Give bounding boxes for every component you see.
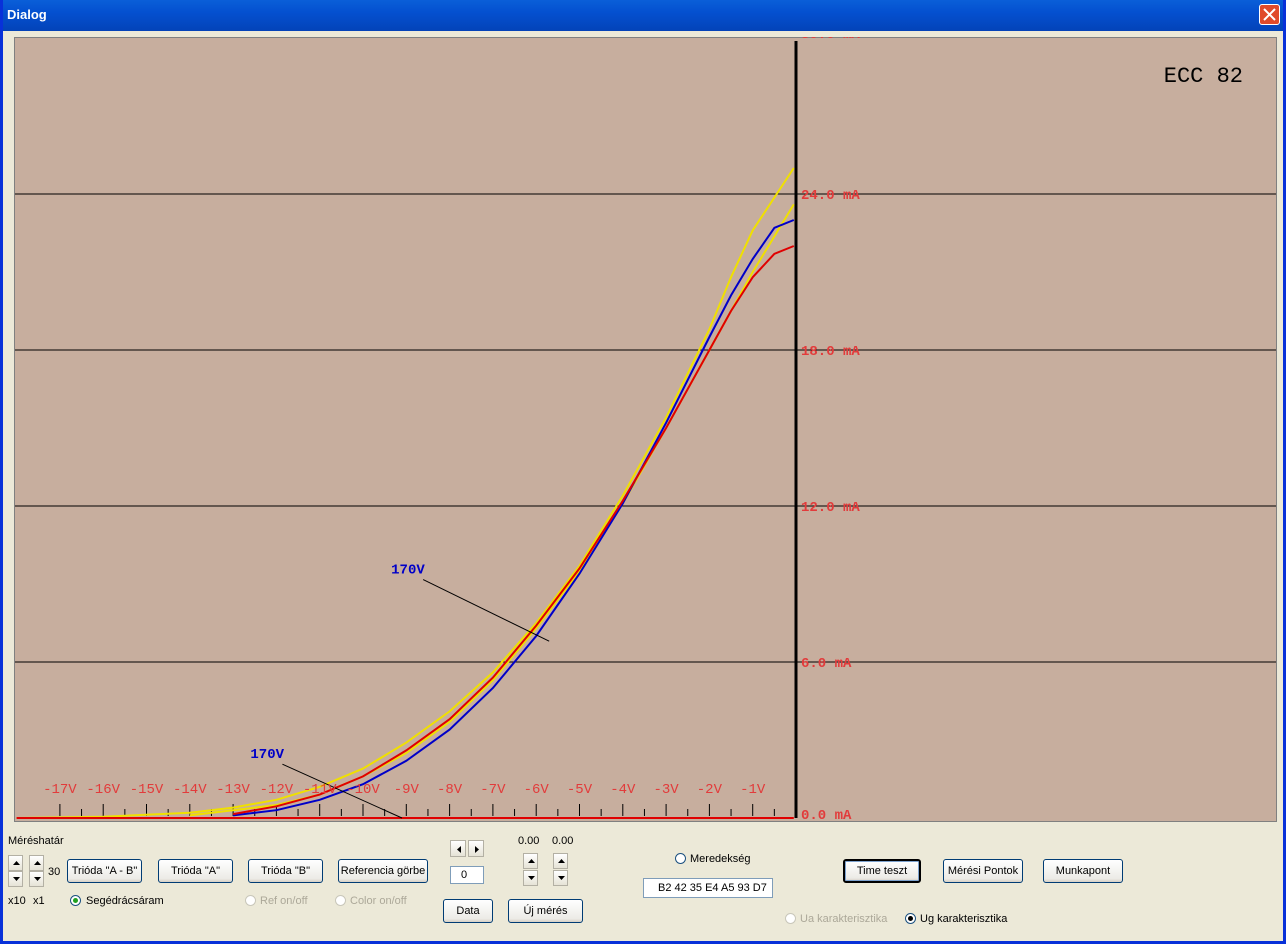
color-onoff-radio bbox=[335, 895, 346, 906]
aux-grid-radio[interactable] bbox=[70, 895, 81, 906]
hex-code-field[interactable]: B2 42 35 E4 A5 93 D7 bbox=[643, 878, 773, 898]
readout-right-up[interactable] bbox=[553, 853, 568, 869]
x1-up-spin[interactable] bbox=[29, 855, 44, 871]
arrow-up-icon bbox=[34, 861, 41, 865]
color-onoff-label: Color on/off bbox=[350, 895, 407, 907]
arrow-left-icon bbox=[457, 846, 461, 853]
x-tick-label: -15V bbox=[130, 782, 164, 798]
trioda-b-button[interactable]: Trióda "B" bbox=[248, 859, 323, 883]
slope-radio[interactable] bbox=[675, 853, 686, 864]
radio-dot bbox=[73, 898, 78, 903]
x10-label: x10 bbox=[8, 895, 26, 907]
y-tick-label: 24.0 mA bbox=[801, 188, 860, 204]
y-tick-label: 18.0 mA bbox=[801, 344, 860, 360]
close-icon bbox=[1263, 8, 1276, 21]
arrow-down-icon bbox=[528, 876, 535, 880]
x-tick-label: -6V bbox=[524, 782, 550, 798]
range-label: Méréshatár bbox=[8, 835, 64, 847]
readout-right: 0.00 bbox=[552, 835, 574, 847]
y-tick-label: 6.0 mA bbox=[801, 656, 852, 672]
aux-grid-label: Segédrácsáram bbox=[86, 895, 164, 907]
y-tick-label: 30.0 mA bbox=[801, 37, 860, 43]
time-test-button[interactable]: Time teszt bbox=[843, 859, 921, 883]
x-tick-label: -1V bbox=[740, 782, 766, 798]
x-tick-label: -17V bbox=[43, 782, 77, 798]
arrow-down-icon bbox=[13, 877, 20, 881]
x-tick-label: -12V bbox=[260, 782, 294, 798]
counter-input[interactable]: 0 bbox=[450, 866, 484, 884]
annotation-label: 170V bbox=[391, 563, 425, 579]
arrow-up-icon bbox=[13, 861, 20, 865]
ref-onoff-label: Ref on/off bbox=[260, 895, 308, 907]
reference-curve-button[interactable]: Referencia görbe bbox=[338, 859, 428, 883]
x10-up-spin[interactable] bbox=[8, 855, 23, 871]
range-value: 30 bbox=[48, 866, 61, 878]
new-measure-button[interactable]: Új mérés bbox=[508, 899, 583, 923]
chart-title: ECC 82 bbox=[1164, 64, 1243, 89]
arrow-down-icon bbox=[558, 876, 565, 880]
dialog-window: Dialog 170V 170V 30.0 mA 24.0 mA 18.0 mA 12.0… bbox=[0, 0, 1286, 944]
trioda-a-button[interactable]: Trióda "A" bbox=[158, 859, 233, 883]
trioda-ab-button[interactable]: Trióda "A - B" bbox=[67, 859, 142, 883]
x-tick-label: -2V bbox=[697, 782, 723, 798]
data-button[interactable]: Data bbox=[443, 899, 493, 923]
arrow-down-icon bbox=[34, 877, 41, 881]
y-tick-label: 12.0 mA bbox=[801, 500, 860, 516]
readout-left-up[interactable] bbox=[523, 853, 538, 869]
x-tick-label: -7V bbox=[480, 782, 506, 798]
radio-dot bbox=[908, 916, 913, 921]
x-tick-label: -5V bbox=[567, 782, 593, 798]
x-tick-label: -11V bbox=[303, 782, 337, 798]
x1-down-spin[interactable] bbox=[29, 871, 44, 887]
ug-char-label: Ug karakterisztika bbox=[920, 913, 1008, 925]
y-tick-label: 0.0 mA bbox=[801, 808, 852, 822]
x-tick-label: -10V bbox=[346, 782, 380, 798]
x-tick-label: -14V bbox=[173, 782, 207, 798]
readout-left-down[interactable] bbox=[523, 870, 538, 886]
ug-char-radio[interactable] bbox=[905, 913, 916, 924]
arrow-up-icon bbox=[558, 859, 565, 863]
ref-onoff-radio bbox=[245, 895, 256, 906]
x-tick-label: -16V bbox=[86, 782, 120, 798]
window-title: Dialog bbox=[7, 7, 47, 22]
readout-left: 0.00 bbox=[518, 835, 540, 847]
measure-points-button[interactable]: Mérési Pontok bbox=[943, 859, 1023, 883]
x-tick-label: -13V bbox=[216, 782, 250, 798]
arrow-right-icon bbox=[475, 846, 479, 853]
close-button[interactable] bbox=[1259, 4, 1280, 25]
ua-char-label: Ua karakterisztika bbox=[800, 913, 888, 925]
plot-background bbox=[14, 37, 1277, 822]
x-tick-label: -9V bbox=[394, 782, 420, 798]
x-tick-label: -4V bbox=[610, 782, 636, 798]
annotation-label: 170V bbox=[250, 747, 284, 763]
counter-left-button[interactable] bbox=[450, 840, 466, 857]
work-point-button[interactable]: Munkapont bbox=[1043, 859, 1123, 883]
counter-right-button[interactable] bbox=[468, 840, 484, 857]
x-tick-label: -8V bbox=[437, 782, 463, 798]
x10-down-spin[interactable] bbox=[8, 871, 23, 887]
tube-characteristic-chart: 170V 170V 30.0 mA 24.0 mA 18.0 mA 12.0 mA 6.0 … bbox=[14, 37, 1277, 822]
x-tick-label: -3V bbox=[653, 782, 679, 798]
ua-char-radio bbox=[785, 913, 796, 924]
readout-right-down[interactable] bbox=[553, 870, 568, 886]
slope-label: Meredekség bbox=[690, 853, 751, 865]
x1-label: x1 bbox=[33, 895, 45, 907]
arrow-up-icon bbox=[528, 859, 535, 863]
title-bar[interactable]: Dialog bbox=[3, 0, 1283, 31]
